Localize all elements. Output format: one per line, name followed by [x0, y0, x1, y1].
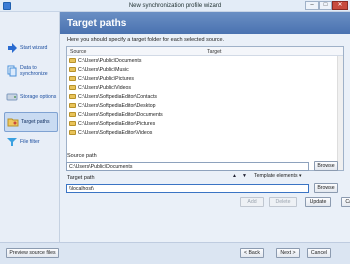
- target-browse-button[interactable]: Browse: [314, 183, 338, 193]
- source-path-cell: C:\Users\Public\Documents: [78, 57, 142, 64]
- folder-icon: [69, 130, 76, 135]
- sidebar-item-label: Target paths: [21, 119, 50, 125]
- table-row[interactable]: C:\Users\SoftpediaEditor\Contacts: [67, 92, 343, 101]
- template-elements-dropdown[interactable]: Template elements ▾: [254, 173, 302, 179]
- sidebar-item-label: Storage options: [20, 94, 57, 100]
- folder-target-icon: [7, 118, 19, 127]
- source-path-cell: C:\Users\SoftpediaEditor\Desktop: [78, 102, 156, 109]
- column-header-target[interactable]: Target: [207, 49, 221, 55]
- delete-button[interactable]: Delete: [269, 197, 297, 207]
- source-browse-button[interactable]: Browse: [314, 161, 338, 171]
- disk-icon: [6, 93, 18, 101]
- arrow-right-icon: [8, 43, 17, 53]
- wizard-footer: Preview source files < Back Next > Cance…: [0, 242, 350, 264]
- source-path-cell: C:\Users\SoftpediaEditor\Videos: [78, 129, 153, 136]
- sidebar-item-label: File filter: [20, 139, 40, 145]
- cancel-edit-button[interactable]: Cancel: [341, 197, 350, 207]
- minimize-button[interactable]: –: [305, 1, 319, 10]
- target-path-input[interactable]: [66, 184, 309, 193]
- sidebar-item-start-wizard[interactable]: Start wizard: [4, 38, 58, 58]
- sidebar-item-label: Start wizard: [20, 45, 48, 51]
- table-row[interactable]: C:\Users\Public\Music: [67, 65, 343, 74]
- source-path-cell: C:\Users\Public\Pictures: [78, 75, 134, 82]
- source-path-cell: C:\Users\Public\Music: [78, 66, 129, 73]
- template-elements-label: Template elements: [254, 173, 298, 179]
- folder-icon: [69, 103, 76, 108]
- next-button[interactable]: Next >: [276, 248, 300, 258]
- list-rows: C:\Users\Public\Documents C:\Users\Publi…: [67, 56, 343, 137]
- move-down-arrow-icon[interactable]: ▼: [242, 173, 247, 179]
- list-header: Source Target: [67, 47, 343, 56]
- close-button[interactable]: ✕: [332, 1, 348, 10]
- sidebar-item-data-to-synchronize[interactable]: Data to synchronize: [4, 59, 58, 83]
- table-row[interactable]: C:\Users\SoftpediaEditor\Videos: [67, 128, 343, 137]
- folder-icon: [69, 94, 76, 99]
- table-row[interactable]: C:\Users\SoftpediaEditor\Pictures: [67, 119, 343, 128]
- folder-icon: [69, 67, 76, 72]
- source-path-cell: C:\Users\Public\Videos: [78, 84, 131, 91]
- back-button[interactable]: < Back: [240, 248, 264, 258]
- folder-icon: [69, 121, 76, 126]
- source-path-cell: C:\Users\SoftpediaEditor\Contacts: [78, 93, 158, 100]
- list-scrollbar[interactable]: [337, 56, 343, 170]
- sidebar-item-file-filter[interactable]: File filter: [4, 132, 58, 152]
- source-path-cell: C:\Users\SoftpediaEditor\Documents: [78, 111, 163, 118]
- window-title: New synchronization profile wizard: [128, 3, 222, 9]
- documents-icon: [7, 65, 17, 77]
- title-bar: New synchronization profile wizard – □ ✕: [0, 0, 350, 12]
- folder-icon: [69, 85, 76, 90]
- target-path-label: Target path: [67, 175, 95, 181]
- chevron-down-icon: ▾: [299, 173, 302, 179]
- folder-icon: [69, 76, 76, 81]
- page-title: Target paths: [67, 18, 127, 29]
- folder-icon: [69, 112, 76, 117]
- source-path-input[interactable]: [66, 162, 309, 171]
- table-row[interactable]: C:\Users\SoftpediaEditor\Desktop: [67, 101, 343, 110]
- page-header: Target paths: [60, 12, 350, 34]
- update-button[interactable]: Update: [305, 197, 331, 207]
- sidebar-item-label: Data to synchronize: [20, 65, 48, 77]
- maximize-button[interactable]: □: [319, 1, 332, 10]
- funnel-icon: [7, 138, 17, 146]
- table-row[interactable]: C:\Users\Public\Pictures: [67, 74, 343, 83]
- move-up-arrow-icon[interactable]: ▲: [232, 173, 237, 179]
- table-row[interactable]: C:\Users\SoftpediaEditor\Documents: [67, 110, 343, 119]
- wizard-sidebar: Start wizard Data to synchronize Storage…: [0, 12, 60, 242]
- instruction-text: Here you should specify a target folder …: [67, 37, 225, 43]
- main-panel: Target paths Here you should specify a t…: [60, 12, 350, 242]
- cancel-button[interactable]: Cancel: [307, 248, 331, 258]
- sidebar-item-target-paths[interactable]: Target paths: [4, 112, 58, 132]
- column-header-source[interactable]: Source: [70, 49, 86, 55]
- preview-source-files-button[interactable]: Preview source files: [6, 248, 59, 258]
- source-path-label: Source path: [67, 153, 97, 159]
- sidebar-item-storage-options[interactable]: Storage options: [4, 85, 58, 109]
- table-row[interactable]: C:\Users\Public\Documents: [67, 56, 343, 65]
- source-list[interactable]: Source Target C:\Users\Public\Documents …: [66, 46, 344, 171]
- folder-icon: [69, 58, 76, 63]
- add-button[interactable]: Add: [240, 197, 264, 207]
- source-path-cell: C:\Users\SoftpediaEditor\Pictures: [78, 120, 156, 127]
- table-row[interactable]: C:\Users\Public\Videos: [67, 83, 343, 92]
